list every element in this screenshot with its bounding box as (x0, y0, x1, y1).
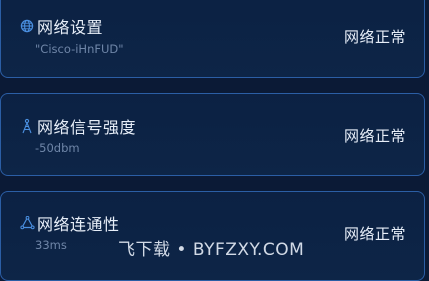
connectivity-title-row: 网络连通性 (19, 211, 120, 235)
connectivity-status: 网络正常 (343, 225, 406, 243)
connectivity-icon (19, 215, 35, 232)
signal-strength-title: 网络信号强度 (37, 118, 137, 137)
connectivity-title: 网络连通性 (37, 215, 120, 234)
signal-tower-icon (19, 118, 35, 135)
network-settings-status: 网络正常 (343, 28, 406, 46)
network-settings-title-row: 网络设置 (19, 14, 103, 38)
signal-strength-card[interactable]: 网络信号强度 -50dbm 网络正常 (0, 93, 425, 176)
watermark-text: 飞下载 • BYFZXY.COM (118, 240, 305, 260)
signal-strength-value: -50dbm (35, 141, 80, 155)
connectivity-latency: 33ms (35, 238, 67, 252)
network-ssid: "Cisco-iHnFUD" (35, 42, 124, 56)
signal-strength-status: 网络正常 (343, 127, 406, 145)
globe-icon (19, 18, 35, 35)
signal-strength-title-row: 网络信号强度 (19, 114, 136, 138)
network-settings-card[interactable]: 网络设置 "Cisco-iHnFUD" 网络正常 (0, 0, 425, 78)
network-settings-title: 网络设置 (37, 18, 104, 37)
